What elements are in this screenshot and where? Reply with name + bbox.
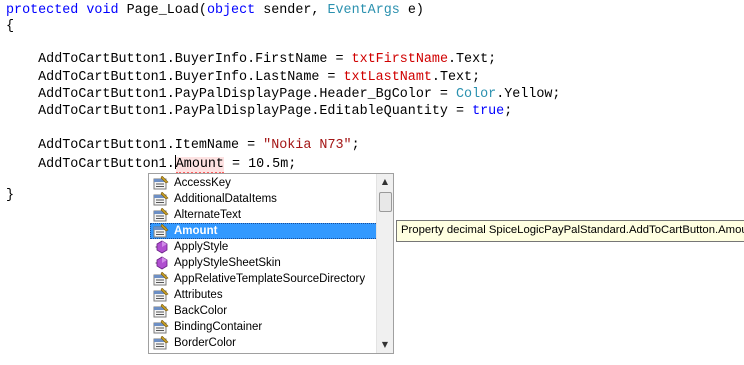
completion-item-label: AppRelativeTemplateSourceDirectory: [174, 273, 366, 285]
code-text: AddToCartButton1.PayPalDisplayPage.Edita…: [6, 104, 473, 119]
code-line-3: AddToCartButton1.BuyerInfo.FirstName = t…: [6, 52, 496, 68]
completion-item-label: AccessKey: [174, 177, 231, 189]
scroll-thumb[interactable]: [379, 192, 392, 212]
completion-item-label: BindingContainer: [174, 321, 263, 333]
property-icon: [153, 272, 169, 286]
member-tooltip: Property decimal SpiceLogicPayPalStandar…: [396, 220, 744, 242]
completion-item[interactable]: Amount: [150, 223, 378, 239]
type-color: Color: [456, 87, 497, 102]
completion-item-label: AlternateText: [174, 209, 242, 221]
intellisense-list[interactable]: AccessKey AdditionalDataItems AlternateTex…: [148, 173, 394, 354]
code-line-9: }: [6, 188, 15, 203]
code-line-8: AddToCartButton1.Amount = 10.5m;: [6, 155, 297, 174]
completion-item[interactable]: BorderColor: [150, 335, 378, 351]
scroll-down-arrow-icon[interactable]: ▼: [377, 337, 393, 353]
completion-item[interactable]: BackColor: [150, 303, 378, 319]
keyword-true: true: [472, 104, 505, 119]
keyword-object: object: [206, 3, 256, 18]
code-text: AddToCartButton1.BuyerInfo.LastName =: [6, 70, 344, 85]
code-text: .Text;: [431, 70, 481, 85]
type-eventargs: EventArgs: [327, 3, 400, 18]
param-sender: sender,: [255, 3, 328, 18]
code-text: AddToCartButton1.BuyerInfo.FirstName =: [6, 52, 352, 67]
keyword-protected: protected: [6, 3, 79, 18]
completion-item[interactable]: ApplyStyleSheetSkin: [150, 255, 378, 271]
property-icon: [153, 336, 169, 350]
property-icon: [153, 192, 169, 206]
completion-item[interactable]: AppRelativeTemplateSourceDirectory: [150, 271, 378, 287]
code-text: .Yellow;: [496, 87, 561, 102]
completion-item-label: ApplyStyle: [174, 241, 229, 253]
code-line-7: AddToCartButton1.ItemName = "Nokia N73";: [6, 138, 360, 154]
scrollbar[interactable]: ▲ ▼: [376, 174, 393, 353]
completion-item-label: BorderColor: [174, 337, 236, 349]
code-text: ;: [504, 104, 513, 119]
method-icon: [153, 240, 169, 254]
keyword-void: void: [86, 3, 119, 18]
completion-items: AccessKey AdditionalDataItems AlternateTex…: [150, 175, 378, 351]
code-line-6: AddToCartButton1.PayPalDisplayPage.Edita…: [6, 104, 512, 120]
code-text: AddToCartButton1.ItemName =: [6, 138, 264, 153]
completion-item-label: BackColor: [174, 305, 228, 317]
completion-item-label: ApplyStyleSheetSkin: [174, 257, 281, 269]
property-icon: [153, 320, 169, 334]
property-icon: [153, 224, 169, 238]
completion-item[interactable]: ApplyStyle: [150, 239, 378, 255]
identifier-txtfirstname: txtFirstName: [351, 52, 448, 67]
completion-item[interactable]: AccessKey: [150, 175, 378, 191]
property-icon: [153, 208, 169, 222]
code-line-2: {: [6, 19, 15, 34]
code-line-5: AddToCartButton1.PayPalDisplayPage.Heade…: [6, 87, 560, 103]
scroll-up-arrow-icon[interactable]: ▲: [377, 174, 393, 190]
completion-item-label: AdditionalDataItems: [174, 193, 277, 205]
completion-item[interactable]: BindingContainer: [150, 319, 378, 335]
string-literal: "Nokia N73": [263, 138, 352, 153]
code-text: = 10.5m;: [223, 157, 297, 172]
code-text: AddToCartButton1.PayPalDisplayPage.Heade…: [6, 87, 456, 102]
method-icon: [153, 256, 169, 270]
completion-item[interactable]: Attributes: [150, 287, 378, 303]
code-text: .Text;: [447, 52, 497, 67]
property-icon: [153, 304, 169, 318]
completion-item[interactable]: AlternateText: [150, 207, 378, 223]
property-icon: [153, 288, 169, 302]
code-text: AddToCartButton1.: [6, 157, 175, 172]
property-icon: [153, 176, 169, 190]
completion-item-label: Attributes: [174, 289, 223, 301]
code-line-4: AddToCartButton1.BuyerInfo.LastName = tx…: [6, 70, 480, 86]
param-e: e): [399, 3, 424, 18]
completion-item-label: Amount: [174, 225, 218, 237]
completion-item[interactable]: AdditionalDataItems: [150, 191, 378, 207]
code-line-1: protected void Page_Load(object sender, …: [6, 3, 424, 19]
method-signature: Page_Load(: [118, 3, 207, 18]
identifier-amount: Amount: [175, 157, 224, 174]
code-text: ;: [351, 138, 360, 153]
identifier-txtlastnamt: txtLastNamt: [343, 70, 432, 85]
